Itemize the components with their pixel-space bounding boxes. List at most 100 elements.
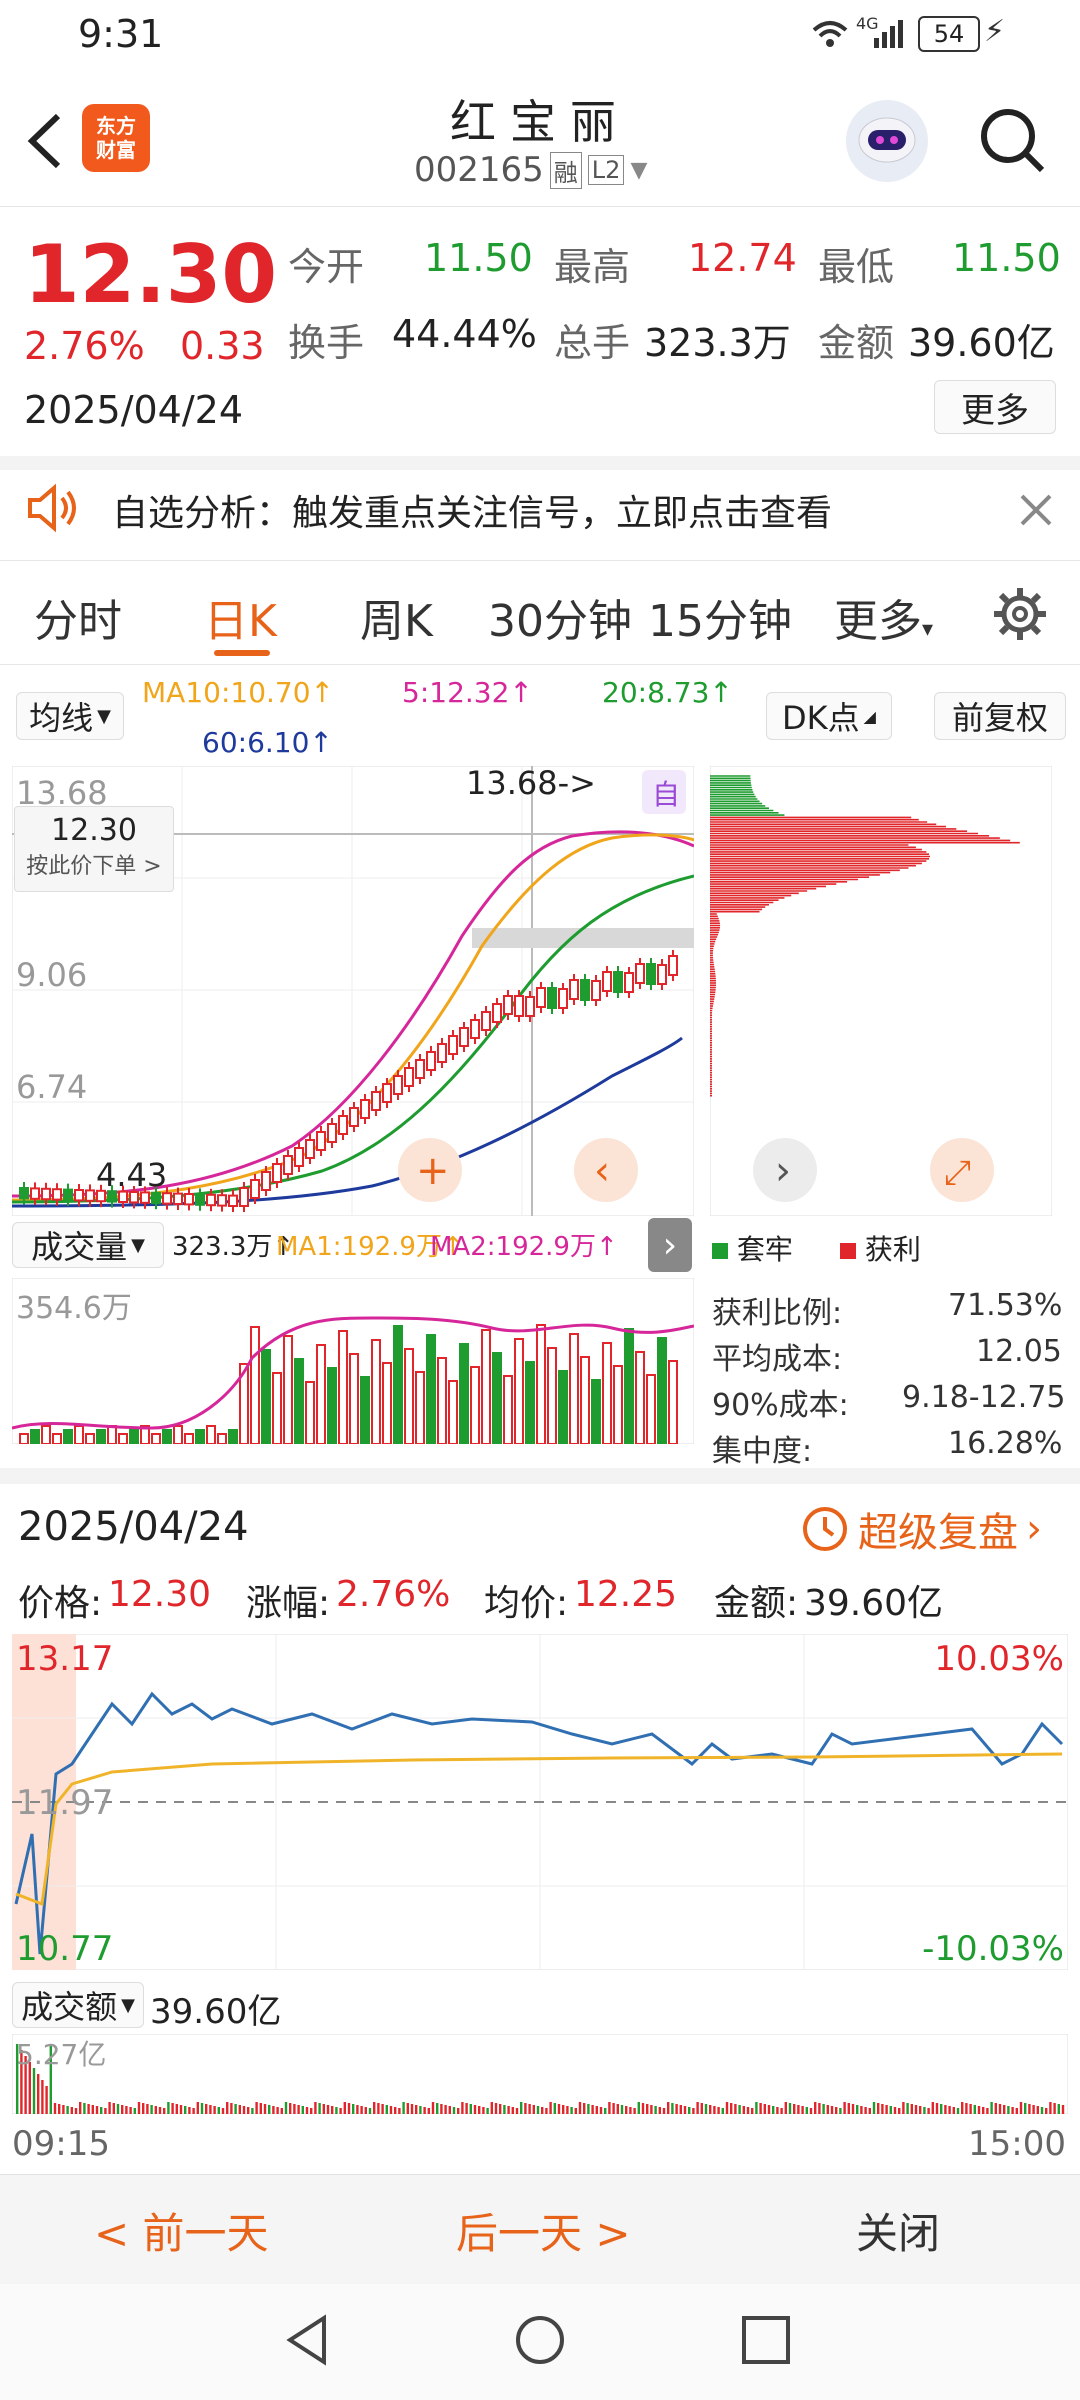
adjust-button[interactable]: 前复权: [934, 692, 1066, 740]
amount-bar: [70, 2107, 73, 2114]
chip-stat-label: 获利比例:: [712, 1296, 843, 1331]
amount-bar: [650, 2105, 653, 2114]
candle: [261, 1171, 271, 1191]
tab-15min[interactable]: 15分钟: [648, 585, 792, 649]
intraday-top-pct: 10.03%: [934, 1639, 1064, 1679]
nav-home-icon[interactable]: [512, 2312, 568, 2372]
tab-intraday[interactable]: 分时: [34, 585, 122, 649]
chip-stat-value: 71.53%: [948, 1288, 1063, 1323]
amount-bar: [679, 2105, 682, 2114]
tab-daily-k[interactable]: 日K: [204, 585, 277, 649]
search-icon[interactable]: [978, 106, 1048, 176]
level-badge: L2: [587, 155, 625, 185]
legend-trapped-swatch: [712, 1243, 728, 1259]
volume-bar: [602, 1342, 612, 1444]
amount-bar: [948, 2106, 951, 2114]
ma-selector[interactable]: 均线 ▼: [16, 692, 124, 740]
amount-bar: [557, 2104, 561, 2114]
tab-more[interactable]: 更多▾: [834, 585, 933, 649]
amount-bar: [982, 2107, 985, 2114]
amount-bar: [58, 2104, 61, 2114]
amount-bar: [242, 2106, 246, 2114]
amount-bar: [730, 2103, 733, 2114]
volume-bar: [492, 1352, 502, 1444]
amount-bar: [154, 2106, 157, 2114]
dk-point-button[interactable]: DK点 ◢: [766, 692, 892, 740]
amount-bar: [1024, 2103, 1027, 2114]
nav-back-icon[interactable]: [280, 2312, 336, 2372]
collapse-button[interactable]: ›: [648, 1218, 692, 1272]
super-replay-button[interactable]: 超级复盘 ›: [800, 1500, 1042, 1558]
settings-gear-icon[interactable]: [992, 586, 1048, 642]
amount-bar: [898, 2108, 901, 2114]
candle: [503, 995, 513, 1015]
close-icon[interactable]: [1016, 490, 1056, 530]
candle: [404, 1067, 414, 1087]
amount-bar: [1049, 2102, 1052, 2114]
amount-bar: [814, 2102, 817, 2114]
amount-bar: [352, 2104, 355, 2114]
amount-bar: [704, 2104, 708, 2114]
intraday-bottom-pct: -10.03%: [922, 1929, 1064, 1969]
amount-bar: [654, 2106, 657, 2114]
intraday-mid-price: 11.97: [16, 1783, 113, 1823]
volume-bar: [162, 1429, 172, 1444]
amount-bar: [503, 2105, 506, 2114]
amount-bar: [331, 2106, 334, 2114]
amount-bar: [385, 2105, 388, 2114]
intraday-chart[interactable]: 13.17 10.03% 11.97 10.77 -10.03%: [12, 1634, 1068, 1970]
amount-bar: [478, 2106, 481, 2114]
volume-bar: [360, 1376, 370, 1444]
candle: [74, 1189, 84, 1202]
amount-bar: [683, 2106, 687, 2114]
amount-bar: [192, 2108, 195, 2114]
volume-bar: [129, 1429, 139, 1444]
amount-selector[interactable]: 成交额 ▼: [12, 1982, 144, 2028]
amount-bar: [112, 2103, 115, 2114]
candle: [41, 1187, 51, 1201]
next-day-button[interactable]: 后一天 >: [456, 2200, 631, 2261]
low-value: 11.50: [952, 236, 1061, 280]
amount-bar: [171, 2103, 174, 2114]
nav-recents-icon[interactable]: [740, 2314, 792, 2370]
history-clock-icon: [803, 1507, 847, 1551]
candle: [52, 1188, 62, 1201]
amount-bar: [671, 2103, 674, 2114]
amount-bar: [969, 2104, 972, 2114]
robot-assistant-icon[interactable]: [846, 100, 928, 182]
amount-bar: [32, 2068, 36, 2114]
amount-bar: [301, 2106, 304, 2114]
amount-bar: [415, 2105, 418, 2114]
intraday-price: 12.30: [108, 1574, 212, 1615]
stock-code-row[interactable]: 002165 融 L2 ▼: [414, 150, 647, 190]
tab-weekly-k[interactable]: 周K: [360, 585, 433, 649]
amount-bar: [45, 2086, 48, 2114]
close-button[interactable]: 关闭: [856, 2200, 940, 2261]
chip-stat-value: 16.28%: [948, 1426, 1063, 1461]
prev-day-button[interactable]: < 前一天: [94, 2200, 269, 2261]
amount-bar: [864, 2107, 867, 2114]
chip-stat-value: 9.18-12.75: [902, 1380, 1066, 1415]
amount-bar: [356, 2105, 359, 2114]
amount-bar: [797, 2105, 800, 2114]
crosshair-price-tag[interactable]: 12.30 按此价下单 >: [14, 806, 174, 892]
more-button[interactable]: 更多: [934, 380, 1056, 434]
amount-bar: [742, 2106, 745, 2114]
amount-bar: [272, 2106, 275, 2114]
candle: [250, 1179, 260, 1199]
battery-icon: 54: [918, 16, 980, 52]
amount-bar: [289, 2103, 292, 2114]
amount-total: 39.60亿: [150, 1992, 282, 2032]
amount-bar: [549, 2102, 552, 2114]
amount-bar: [137, 2102, 141, 2114]
volume-bar: [250, 1326, 260, 1444]
amount-bar: [423, 2107, 426, 2114]
volume-selector[interactable]: 成交量 ▼: [12, 1222, 164, 1268]
amount-bar: [839, 2108, 842, 2114]
intraday-pct: 2.76%: [336, 1574, 451, 1615]
ma10-value: MA10:10.70↑: [142, 676, 334, 709]
tab-30min[interactable]: 30分钟: [488, 585, 632, 649]
amount-bar: [297, 2105, 300, 2114]
volume-bar: [41, 1425, 51, 1444]
signal-banner-text[interactable]: 自选分析：触发重点关注信号，立即点击查看: [112, 484, 832, 536]
